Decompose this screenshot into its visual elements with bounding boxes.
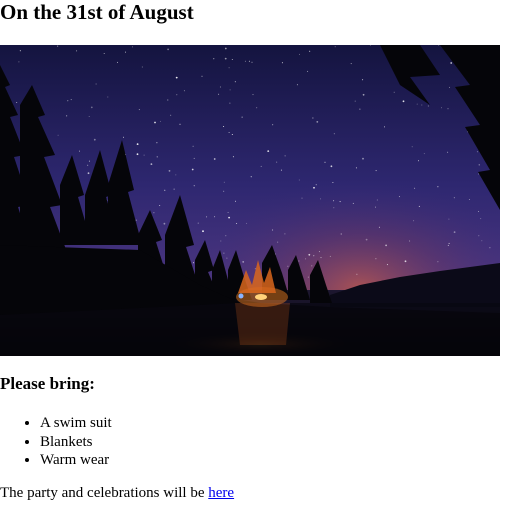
page-title: On the 31st of August <box>0 0 194 24</box>
here-link[interactable]: here <box>208 485 234 501</box>
bring-list: A swim suit Blankets Warm wear <box>0 414 112 470</box>
footer-label: The party and celebrations will be <box>0 485 209 501</box>
night-sky-photo <box>0 45 500 356</box>
bring-heading: Please bring: <box>0 374 95 393</box>
list-item: Blankets <box>40 433 112 452</box>
footer-text: The party and celebrations will be here <box>0 484 234 502</box>
list-item: A swim suit <box>40 414 112 433</box>
list-item: Warm wear <box>40 451 112 470</box>
